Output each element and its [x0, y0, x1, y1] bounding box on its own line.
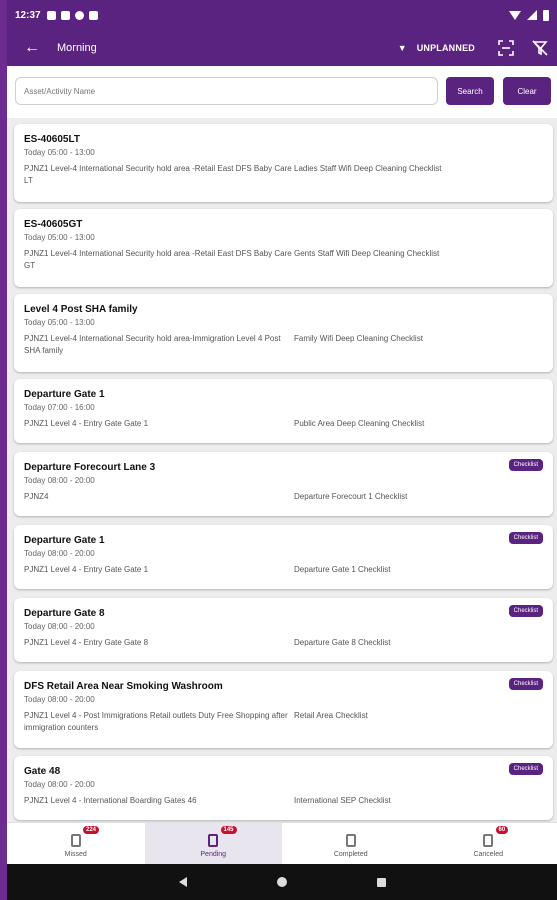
- task-title: ES-40605GT: [24, 219, 83, 230]
- pending-count-badge: 145: [220, 826, 237, 834]
- task-title: Departure Gate 1: [24, 535, 105, 546]
- task-card[interactable]: Checklist DFS Retail Area Near Smoking W…: [14, 671, 553, 748]
- tab-canceled[interactable]: 60 Canceled: [420, 823, 557, 865]
- missed-count-badge: 224: [83, 826, 100, 834]
- task-time: Today 08:00 - 20:00: [24, 476, 95, 485]
- task-checklist: Public Area Deep Cleaning Checklist: [294, 419, 425, 428]
- task-checklist: Retail Area Checklist: [294, 711, 368, 720]
- tab-label: Completed: [333, 850, 368, 858]
- task-title: ES-40605LT: [24, 134, 80, 145]
- task-list[interactable]: ES-40605LT Today 05:00 - 13:00 PJNZ1 Lev…: [7, 118, 557, 822]
- app-screen: 12:37 ← Morning ▼ UNPLANNED Asset/Activi…: [7, 0, 557, 900]
- filter-off-icon[interactable]: [523, 30, 557, 66]
- task-location: PJNZ1 Level 4 - Entry Gate Gate 1: [24, 565, 149, 574]
- task-time: Today 05:00 - 13:00: [24, 233, 95, 242]
- checklist-badge[interactable]: Checklist: [508, 459, 543, 471]
- task-time: Today 08:00 - 20:00: [24, 549, 95, 558]
- task-time: Today 07:00 - 16:00: [24, 403, 95, 412]
- settings-status-icon: [46, 10, 56, 20]
- task-time: Today 05:00 - 13:00: [24, 318, 95, 327]
- sim-status-icon: [88, 10, 98, 20]
- task-checklist: Departure Forecourt 1 Checklist: [294, 492, 408, 501]
- search-input[interactable]: [15, 77, 438, 105]
- task-card[interactable]: Level 4 Post SHA family Today 05:00 - 13…: [14, 294, 553, 372]
- battery-icon: [543, 9, 549, 21]
- canceled-count-badge: 60: [495, 826, 509, 834]
- task-time: Today 08:00 - 20:00: [24, 780, 95, 789]
- task-time: Today 05:00 - 13:00: [24, 148, 95, 157]
- status-bar: 12:37: [7, 0, 557, 30]
- clipboard-icon: [345, 833, 356, 847]
- clipboard-icon: [70, 833, 81, 847]
- notification-status-icon: [60, 10, 70, 20]
- task-time: Today 08:00 - 20:00: [24, 622, 95, 631]
- app-bar: ← Morning ▼ UNPLANNED: [7, 30, 557, 66]
- tab-missed[interactable]: 224 Missed: [7, 823, 145, 865]
- task-checklist: Departure Gate 1 Checklist: [294, 565, 391, 574]
- search-button[interactable]: Search: [446, 77, 494, 105]
- task-checklist: International SEP Checklist: [294, 796, 391, 805]
- task-title: Gate 48: [24, 766, 61, 777]
- task-card[interactable]: Checklist Gate 48 Today 08:00 - 20:00 PJ…: [14, 756, 553, 820]
- task-card[interactable]: Checklist Departure Forecourt Lane 3 Tod…: [14, 452, 553, 516]
- task-checklist: Ladies Staff Wifi Deep Cleaning Checklis…: [294, 164, 442, 173]
- checklist-badge[interactable]: Checklist: [508, 763, 543, 775]
- task-card[interactable]: Departure Gate 1 Today 07:00 - 16:00 PJN…: [14, 379, 553, 443]
- task-checklist: Departure Gate 8 Checklist: [294, 638, 391, 647]
- record-status-icon: [74, 10, 84, 20]
- task-location: PJNZ1 Level-4 International Security hol…: [24, 249, 292, 270]
- task-location: PJNZ1 Level 4 - Post Immigrations Retail…: [24, 711, 288, 732]
- scan-icon[interactable]: [489, 30, 523, 66]
- tab-completed[interactable]: Completed: [282, 823, 420, 865]
- system-home-icon[interactable]: [276, 877, 287, 887]
- tab-pending[interactable]: 145 Pending: [144, 823, 282, 865]
- tab-label: Canceled: [473, 850, 504, 858]
- task-location: PJNZ4: [24, 492, 49, 501]
- back-arrow-icon[interactable]: ←: [7, 30, 57, 66]
- checklist-badge[interactable]: Checklist: [508, 532, 543, 544]
- task-location: PJNZ1 Level 4 - International Boarding G…: [24, 796, 197, 805]
- clipboard-icon: [208, 833, 219, 847]
- tab-label: Pending: [200, 850, 227, 858]
- unplanned-button[interactable]: UNPLANNED: [417, 43, 475, 53]
- system-recents-icon[interactable]: [376, 877, 386, 887]
- task-checklist: Family Wifi Deep Cleaning Checklist: [294, 334, 423, 343]
- task-title: Level 4 Post SHA family: [24, 304, 138, 315]
- search-row: Search Clear: [7, 66, 557, 118]
- bottom-nav: 224 Missed 145 Pending Completed 60 Canc…: [7, 822, 557, 865]
- wifi-icon: [509, 10, 521, 20]
- tab-label: Missed: [64, 850, 87, 858]
- shift-title[interactable]: Morning: [57, 42, 97, 54]
- task-location: PJNZ1 Level 4 - Entry Gate Gate 1: [24, 419, 149, 428]
- clear-button[interactable]: Clear: [503, 77, 551, 105]
- task-location: PJNZ1 Level-4 International Security hol…: [24, 164, 292, 185]
- task-card[interactable]: Checklist Departure Gate 8 Today 08:00 -…: [14, 598, 553, 662]
- task-title: Departure Gate 8: [24, 608, 105, 619]
- task-time: Today 08:00 - 20:00: [24, 695, 95, 704]
- signal-icon: [527, 10, 537, 20]
- checklist-badge[interactable]: Checklist: [508, 678, 543, 690]
- task-title: DFS Retail Area Near Smoking Washroom: [24, 681, 223, 692]
- task-location: PJNZ1 Level 4 - Entry Gate Gate 8: [24, 638, 149, 647]
- status-time: 12:37: [15, 9, 41, 21]
- task-title: Departure Gate 1: [24, 389, 105, 400]
- task-card[interactable]: Checklist Departure Gate 1 Today 08:00 -…: [14, 525, 553, 589]
- clipboard-icon: [483, 833, 494, 847]
- checklist-badge[interactable]: Checklist: [508, 605, 543, 617]
- task-card[interactable]: ES-40605LT Today 05:00 - 13:00 PJNZ1 Lev…: [14, 124, 553, 202]
- task-card[interactable]: ES-40605GT Today 05:00 - 13:00 PJNZ1 Lev…: [14, 209, 553, 287]
- chevron-down-icon[interactable]: ▼: [398, 43, 407, 53]
- task-location: PJNZ1 Level-4 International Security hol…: [24, 334, 281, 355]
- system-nav-bar: [7, 864, 557, 900]
- task-checklist: Gents Staff Wifi Deep Cleaning Checklist: [294, 249, 440, 258]
- task-title: Departure Forecourt Lane 3: [24, 462, 156, 473]
- system-back-icon[interactable]: [178, 877, 187, 887]
